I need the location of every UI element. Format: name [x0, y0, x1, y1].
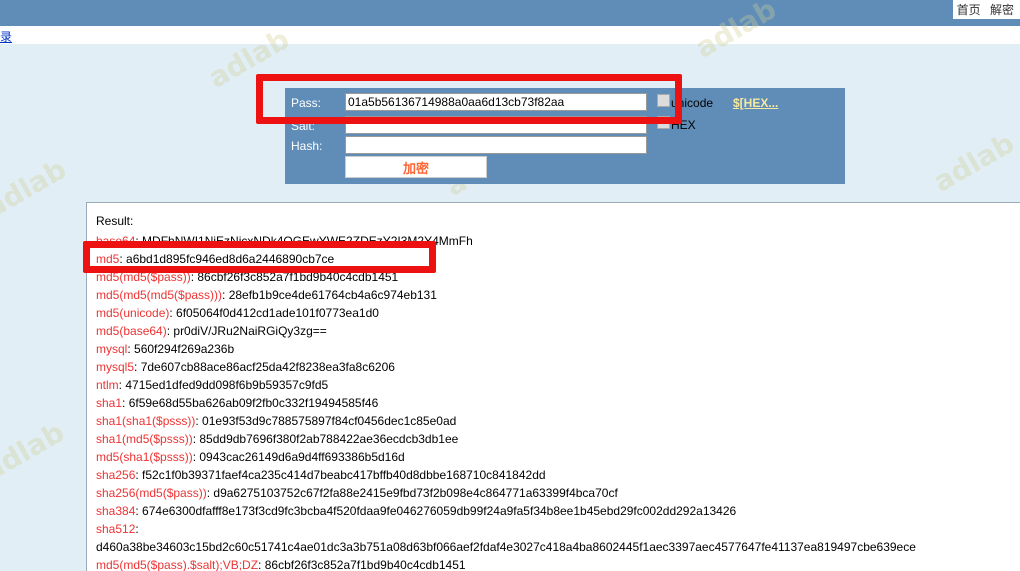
result-value: 28efb1b9ce4de61764cb4a6c974eb131: [228, 288, 437, 302]
result-algorithm: sha1(sha1($psss)): [96, 414, 196, 428]
result-row: md5(unicode): 6f05064f0d412cd1ade101f077…: [96, 304, 1020, 322]
unicode-label: unicode: [671, 96, 714, 110]
result-value: d9a6275103752c67f2fa88e2415e9fbd73f2b098…: [213, 486, 618, 500]
sub-nav-link[interactable]: 录: [0, 28, 12, 45]
result-algorithm: sha1(md5($psss)): [96, 432, 193, 446]
result-value: 01e93f53d9c788575897f84cf0456dec1c85e0ad: [202, 414, 457, 428]
salt-input[interactable]: [345, 116, 647, 134]
hash-input[interactable]: [345, 136, 647, 154]
result-row: sha512:: [96, 520, 1020, 538]
result-title: Result:: [96, 214, 134, 228]
result-row: sha1(md5($psss)): 85dd9db7696f380f2ab788…: [96, 430, 1020, 448]
result-panel: Result: base64: MDFhNWI1NjEzNjcxNDk4OGEw…: [86, 202, 1020, 571]
result-row: md5(base64): pr0diV/JRu2NaiRGiQy3zg==: [96, 322, 1020, 340]
sub-nav-bar: 录: [0, 26, 1020, 44]
result-algorithm: md5(base64): [96, 324, 167, 338]
result-value: 85dd9db7696f380f2ab788422ae36ecdcb3db1ee: [199, 432, 459, 446]
watermark: adlab: [0, 152, 72, 225]
result-algorithm: md5(unicode): [96, 306, 170, 320]
result-row: mysql: 560f294f269a236b: [96, 340, 1020, 358]
result-separator: :: [134, 360, 141, 374]
result-row: sha256: f52c1f0b39371faef4ca235c414d7bea…: [96, 466, 1020, 484]
result-algorithm: mysql5: [96, 360, 135, 374]
result-row: ntlm: 4715ed1dfed9dd098f6b9b59357c9fd5: [96, 376, 1020, 394]
result-separator: :: [127, 342, 135, 356]
result-value: a6bd1d895fc946ed8d6a2446890cb7ce: [126, 252, 335, 266]
result-algorithm: ntlm: [96, 378, 119, 392]
result-separator: :: [222, 288, 229, 302]
nav-link-home[interactable]: 首页: [957, 3, 981, 17]
result-row: sha384: 674e6300dfafff8e173f3cd9fc3bcba4…: [96, 502, 1020, 520]
unicode-checkbox[interactable]: [657, 94, 670, 107]
result-algorithm: md5(md5(md5($pass))): [96, 288, 223, 302]
result-row: d460a38be34603c15bd2c60c51741c4ae01dc3a3…: [96, 538, 1020, 556]
result-value: MDFhNWI1NjEzNjcxNDk4OGEwYWE2ZDEzY2I3M2Y4…: [142, 234, 473, 248]
result-algorithm: mysql: [96, 342, 128, 356]
top-nav-bar: 首页 解密: [0, 0, 1020, 26]
result-row: sha1(sha1($psss)): 01e93f53d9c788575897f…: [96, 412, 1020, 430]
result-value: pr0diV/JRu2NaiRGiQy3zg==: [173, 324, 327, 338]
result-row: md5(md5($pass).$salt);VB;DZ: 86cbf26f3c8…: [96, 556, 1020, 571]
result-value: 674e6300dfafff8e173f3cd9fc3bcba4f520fdaa…: [142, 504, 737, 518]
result-row: md5(sha1($psss)): 0943cac26149d6a9d4ff69…: [96, 448, 1020, 466]
hex-checkbox[interactable]: [657, 116, 670, 129]
result-separator: :: [119, 252, 127, 266]
result-value: 6f05064f0d412cd1ade101f0773ea1d0: [176, 306, 379, 320]
result-algorithm: sha1: [96, 396, 123, 410]
top-links: 首页 解密: [952, 0, 1020, 19]
result-row: sha256(md5($pass)): d9a6275103752c67f2fa…: [96, 484, 1020, 502]
result-value: f52c1f0b39371faef4ca235c414d7beabc417bff…: [142, 468, 546, 482]
result-value: 86cbf26f3c852a7f1bd9b40c4cdb1451: [197, 270, 399, 284]
result-algorithm: sha256(md5($pass)): [96, 486, 207, 500]
result-row: base64: MDFhNWI1NjEzNjcxNDk4OGEwYWE2ZDEz…: [96, 232, 1020, 250]
result-row: md5: a6bd1d895fc946ed8d6a2446890cb7ce: [96, 250, 1020, 268]
result-value: d460a38be34603c15bd2c60c51741c4ae01dc3a3…: [96, 540, 916, 554]
result-algorithm: md5: [96, 252, 120, 266]
result-separator: :: [258, 558, 265, 571]
result-algorithm: sha512: [96, 522, 136, 536]
result-algorithm: sha384: [96, 504, 136, 518]
result-row: md5(md5($pass)): 86cbf26f3c852a7f1bd9b40…: [96, 268, 1020, 286]
hex-label: HEX: [671, 118, 696, 132]
result-algorithm: base64: [96, 234, 136, 248]
hash-form: Pass: Salt: Hash: unicode HEX $[HEX... 加…: [285, 88, 845, 184]
result-value: 86cbf26f3c852a7f1bd9b40c4cdb1451: [264, 558, 466, 571]
result-value: 0943cac26149d6a9d4ff693386b5d16d: [199, 450, 405, 464]
result-value: 4715ed1dfed9dd098f6b9b59357c9fd5: [125, 378, 329, 392]
result-row: sha1: 6f59e68d55ba626ab09f2fb0c332f19494…: [96, 394, 1020, 412]
hash-label: Hash:: [291, 139, 323, 153]
result-algorithm: md5(sha1($psss)): [96, 450, 193, 464]
result-value: 560f294f269a236b: [134, 342, 235, 356]
hex-link[interactable]: $[HEX...: [733, 96, 778, 110]
result-value: 7de607cb88ace86acf25da42f8238ea3fa8c6206: [140, 360, 395, 374]
pass-label: Pass:: [291, 96, 322, 110]
result-row: mysql5: 7de607cb88ace86acf25da42f8238ea3…: [96, 358, 1020, 376]
watermark: adlab: [0, 415, 70, 488]
result-algorithm: md5(md5($pass).$salt);VB;DZ: [96, 558, 259, 571]
watermark: adlab: [927, 126, 1020, 199]
salt-label: Salt:: [291, 119, 316, 133]
result-algorithm: md5(md5($pass)): [96, 270, 191, 284]
result-algorithm: sha256: [96, 468, 136, 482]
pass-input[interactable]: [345, 93, 647, 111]
result-list: base64: MDFhNWI1NjEzNjcxNDk4OGEwYWE2ZDEz…: [96, 232, 1020, 571]
result-separator: :: [122, 396, 129, 410]
nav-link-decrypt[interactable]: 解密: [990, 3, 1014, 17]
encrypt-button[interactable]: 加密: [345, 156, 487, 178]
result-row: md5(md5(md5($pass))): 28efb1b9ce4de61764…: [96, 286, 1020, 304]
result-separator: :: [135, 522, 139, 536]
result-value: 6f59e68d55ba626ab09f2fb0c332f19494585f46: [128, 396, 379, 410]
